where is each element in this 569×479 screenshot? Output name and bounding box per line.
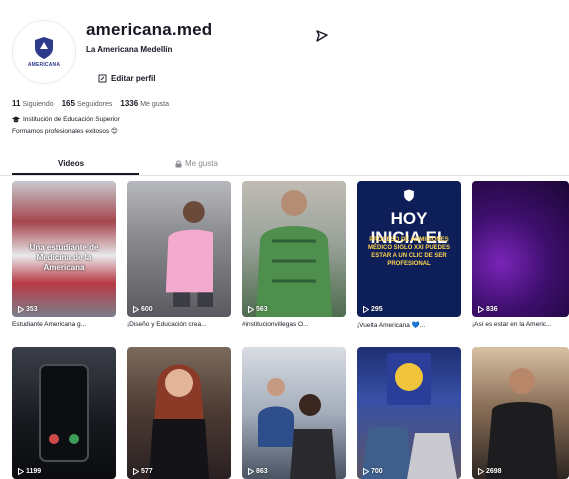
play-icon (133, 306, 139, 313)
video-thumbnail[interactable]: 2698 (472, 347, 569, 479)
view-count-value: 700 (371, 468, 383, 475)
person-image (486, 368, 558, 479)
stat-following[interactable]: 11 Siguiendo (12, 99, 54, 108)
person-image (165, 201, 213, 307)
phone-image (39, 364, 89, 462)
view-count-value: 1199 (26, 468, 42, 475)
tab-videos[interactable]: Videos (58, 159, 84, 168)
view-count-value: 600 (141, 306, 153, 313)
play-icon (363, 306, 369, 313)
video-thumbnail[interactable]: 563 (242, 181, 346, 317)
view-count: 600 (133, 306, 153, 313)
stat-likes-label: Me gusta (140, 101, 169, 108)
video-overlay-text: Una estudiante de Medicina de la America… (29, 243, 99, 272)
play-icon (248, 306, 254, 313)
shield-icon (404, 189, 414, 202)
profile-header: AMERICANA americana.med La Americana Med… (0, 0, 569, 150)
video-caption[interactable]: Estudiante Americana g... (12, 321, 116, 328)
video-thumbnail[interactable]: 836 (472, 181, 569, 317)
stat-followers-value: 165 (61, 99, 75, 108)
edit-profile-button[interactable]: Editar perfil (90, 68, 163, 88)
lock-icon (175, 160, 182, 167)
profile-display-name: La Americana Medellín (86, 45, 173, 54)
view-count: 295 (363, 306, 383, 313)
avatar-logo-text: AMERICANA (27, 62, 61, 68)
avatar[interactable]: AMERICANA (12, 20, 76, 84)
bio-line-1-text: Institución de Educación Superior (23, 116, 120, 123)
people-image (258, 378, 336, 479)
view-count-value: 295 (371, 306, 383, 313)
profile-username: americana.med (86, 20, 213, 39)
view-count: 836 (478, 306, 498, 313)
graduation-cap-icon (12, 116, 20, 123)
stat-followers-label: Seguidores (76, 101, 113, 108)
video-caption[interactable]: ¡Vuelta Americana 💙... (357, 321, 461, 329)
event-image (361, 353, 457, 479)
view-count: 863 (248, 468, 268, 475)
view-count: 577 (133, 468, 153, 475)
view-count: 1199 (18, 468, 41, 475)
video-thumbnail[interactable]: 600 (127, 181, 231, 317)
view-count-value: 353 (26, 306, 38, 313)
active-tab-indicator (12, 173, 139, 175)
view-count-value: 2698 (486, 468, 502, 475)
video-thumbnail[interactable]: 577 (127, 347, 231, 479)
play-icon (248, 468, 254, 475)
video-thumbnail[interactable]: Una estudiante de Medicina de la America… (12, 181, 116, 317)
profile-stats: 11 Siguiendo 165 Seguidores 1336 Me gusta (12, 99, 169, 108)
video-caption[interactable]: ¡Así es estar en la Americ... (472, 321, 569, 328)
view-count-value: 836 (486, 306, 498, 313)
shield-icon (35, 37, 53, 59)
bio-line-2: Formamos profesionales exitosos 😊 (12, 128, 118, 135)
video-overlay-subtitle: PROCESO DE ADMISIONES MÉDICO SIGLO XXI P… (367, 237, 450, 267)
bio-line-1: Institución de Educación Superior (12, 116, 120, 123)
edit-icon (98, 74, 107, 82)
video-thumbnail[interactable]: 863 (242, 347, 346, 479)
play-icon (478, 468, 484, 475)
stat-followers[interactable]: 165 Seguidores (62, 99, 113, 108)
person-image (149, 364, 209, 479)
view-count-value: 577 (141, 468, 153, 475)
stat-following-label: Siguiendo (22, 101, 54, 108)
tab-liked[interactable]: Me gusta (175, 159, 218, 168)
person-image (256, 190, 332, 317)
tab-liked-label: Me gusta (185, 159, 218, 168)
share-button[interactable] (312, 26, 332, 46)
play-icon (478, 306, 484, 313)
video-thumbnail[interactable]: 1199 (12, 347, 116, 479)
play-icon (363, 468, 369, 475)
stat-likes-value: 1336 (120, 99, 139, 108)
play-icon (18, 468, 24, 475)
video-thumbnail[interactable]: HOY INICIA EL PROCESO DE ADMISIONES MÉDI… (357, 181, 461, 317)
edit-profile-label: Editar perfil (111, 73, 156, 83)
play-icon (133, 468, 139, 475)
view-count: 353 (18, 306, 38, 313)
stat-following-value: 11 (12, 99, 21, 108)
view-count-value: 563 (256, 306, 268, 313)
view-count-value: 863 (256, 468, 268, 475)
play-icon (18, 306, 24, 313)
view-count: 700 (363, 468, 383, 475)
video-caption[interactable]: #institucionvillegas O... (242, 321, 346, 328)
video-caption[interactable]: ¡Diseño y Educación crea... (127, 321, 231, 328)
tab-videos-label: Videos (58, 159, 85, 168)
profile-tabs: Videos Me gusta (0, 154, 569, 176)
view-count: 563 (248, 306, 268, 313)
stat-likes: 1336 Me gusta (120, 99, 169, 108)
view-count: 2698 (478, 468, 502, 475)
video-thumbnail[interactable]: 700 (357, 347, 461, 479)
share-icon (316, 30, 328, 42)
